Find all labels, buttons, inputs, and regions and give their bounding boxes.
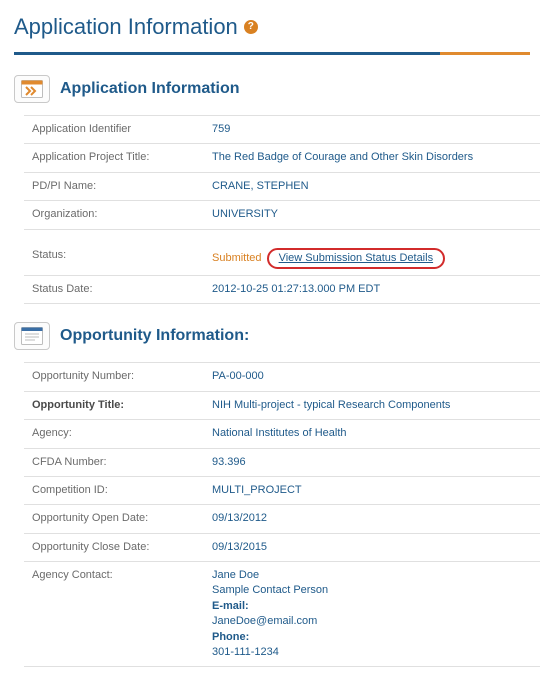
row-status: Status: Submitted View Submission Status… xyxy=(24,242,540,276)
contact-email-label: E-mail: xyxy=(212,600,249,612)
row-cfda-number: CFDA Number: 93.396 xyxy=(24,448,540,476)
page-title-text: Application Information xyxy=(14,14,238,40)
label: Agency: xyxy=(24,420,204,448)
label: CFDA Number: xyxy=(24,448,204,476)
value: The Red Badge of Courage and Other Skin … xyxy=(204,144,540,172)
label: Agency Contact: xyxy=(24,562,204,667)
row-close-date: Opportunity Close Date: 09/13/2015 xyxy=(24,533,540,561)
label: Status Date: xyxy=(24,275,204,303)
value: 09/13/2012 xyxy=(204,505,540,533)
section-header: Opportunity Information: xyxy=(14,322,530,350)
row-organization: Organization: UNIVERSITY xyxy=(24,201,540,229)
value: Jane Doe Sample Contact Person E-mail: J… xyxy=(204,562,540,667)
value: 93.396 xyxy=(204,448,540,476)
application-info-table: Application Identifier 759 Application P… xyxy=(24,115,540,304)
opportunity-info-table: Opportunity Number: PA-00-000 Opportunit… xyxy=(24,362,540,667)
contact-name: Jane Doe xyxy=(212,568,532,583)
row-agency-contact: Agency Contact: Jane Doe Sample Contact … xyxy=(24,562,540,667)
contact-email-value: JaneDoe@email.com xyxy=(212,614,532,629)
row-competition-id: Competition ID: MULTI_PROJECT xyxy=(24,476,540,504)
section-header: Application Information xyxy=(14,75,530,103)
row-opportunity-title: Opportunity Title: NIH Multi-project - t… xyxy=(24,391,540,419)
contact-phone-label: Phone: xyxy=(212,631,249,643)
section-title: Application Information xyxy=(60,80,240,98)
status-details-callout: View Submission Status Details xyxy=(267,248,445,269)
status-value: Submitted xyxy=(212,252,262,264)
label: Competition ID: xyxy=(24,476,204,504)
value: 09/13/2015 xyxy=(204,533,540,561)
row-project-title: Application Project Title: The Red Badge… xyxy=(24,144,540,172)
accent-divider xyxy=(14,52,530,55)
value: UNIVERSITY xyxy=(204,201,540,229)
label: Opportunity Close Date: xyxy=(24,533,204,561)
application-information-section: Application Information Application Iden… xyxy=(14,75,530,304)
row-open-date: Opportunity Open Date: 09/13/2012 xyxy=(24,505,540,533)
value: 759 xyxy=(204,116,540,144)
contact-email: E-mail: JaneDoe@email.com xyxy=(212,599,532,630)
chevron-icon xyxy=(14,75,50,103)
label: Application Project Title: xyxy=(24,144,204,172)
row-pdpi-name: PD/PI Name: CRANE, STEPHEN xyxy=(24,172,540,200)
label: Application Identifier xyxy=(24,116,204,144)
contact-phone: Phone: 301-111-1234 xyxy=(212,630,532,661)
value: Submitted View Submission Status Details xyxy=(204,242,540,276)
page-title: Application Information ? xyxy=(14,14,530,40)
value: PA-00-000 xyxy=(204,363,540,391)
value: NIH Multi-project - typical Research Com… xyxy=(204,391,540,419)
value: 2012-10-25 01:27:13.000 PM EDT xyxy=(204,275,540,303)
document-icon xyxy=(14,322,50,350)
section-title: Opportunity Information: xyxy=(60,327,249,345)
row-app-identifier: Application Identifier 759 xyxy=(24,116,540,144)
row-agency: Agency: National Institutes of Health xyxy=(24,420,540,448)
value: National Institutes of Health xyxy=(204,420,540,448)
value: CRANE, STEPHEN xyxy=(204,172,540,200)
label: Organization: xyxy=(24,201,204,229)
label: Opportunity Open Date: xyxy=(24,505,204,533)
contact-phone-value: 301-111-1234 xyxy=(212,645,532,660)
label: PD/PI Name: xyxy=(24,172,204,200)
row-opportunity-number: Opportunity Number: PA-00-000 xyxy=(24,363,540,391)
label: Opportunity Title: xyxy=(24,391,204,419)
row-status-date: Status Date: 2012-10-25 01:27:13.000 PM … xyxy=(24,275,540,303)
opportunity-information-section: Opportunity Information: Opportunity Num… xyxy=(14,322,530,667)
label: Opportunity Number: xyxy=(24,363,204,391)
view-submission-status-details-link[interactable]: View Submission Status Details xyxy=(279,252,433,264)
value: MULTI_PROJECT xyxy=(204,476,540,504)
label: Status: xyxy=(24,242,204,276)
help-icon[interactable]: ? xyxy=(244,20,258,34)
contact-role: Sample Contact Person xyxy=(212,583,532,598)
